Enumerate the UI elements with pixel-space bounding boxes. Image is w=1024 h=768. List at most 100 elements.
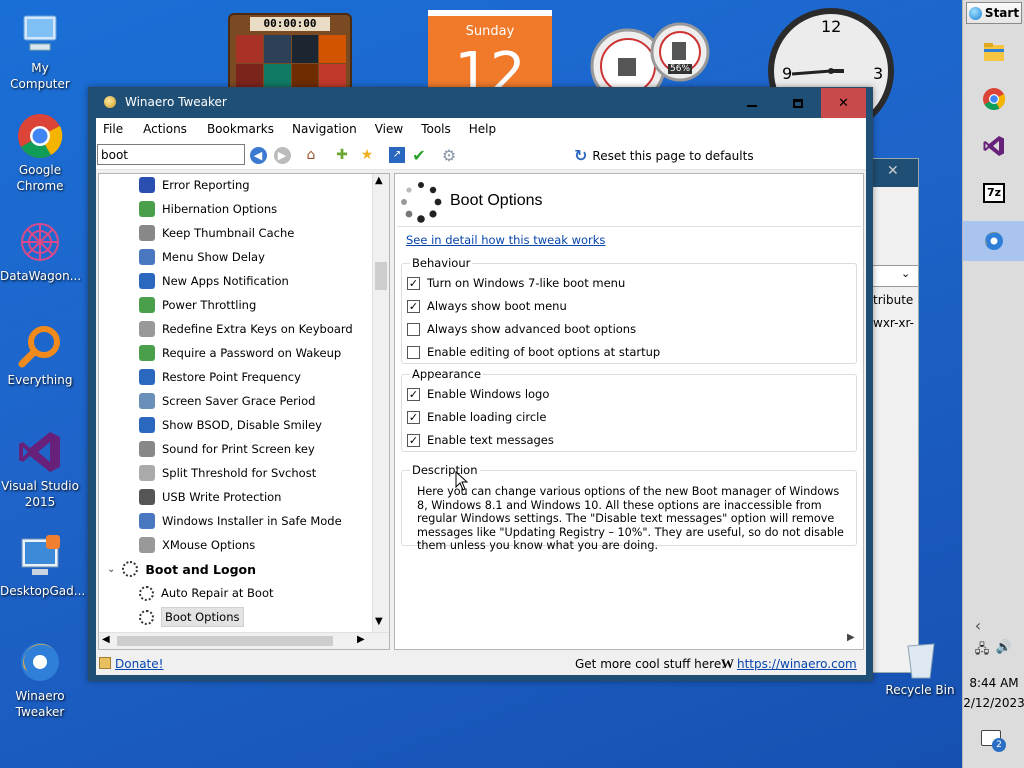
menu-help[interactable]: Help [462,122,503,136]
scroll-down-icon[interactable]: ▼ [375,616,383,627]
puzzle-gadget[interactable]: 00:00:00 [228,13,352,93]
toolbar: ◀ ▶ ⌂ ✚ ★ ↗ ✔ ⚙ ↻ Reset this page to def… [96,140,866,170]
checkbox-unchecked-icon[interactable] [407,345,420,359]
reset-page-button[interactable]: ↻ Reset this page to defaults [574,146,754,165]
tree-item[interactable]: Redefine Extra Keys on Keyboard [139,318,353,340]
checkbox-row[interactable]: ✓ Enable loading circle [407,410,546,424]
scroll-up-icon[interactable]: ▲ [375,175,383,186]
tree-item[interactable]: Show BSOD, Disable Smiley [139,414,322,436]
desktop-icon-datawagon[interactable]: DataWagon... [0,218,81,284]
desktop-icon-recycle-bin[interactable]: Recycle Bin [880,640,960,698]
desktop-icon-google-chrome[interactable]: Google Chrome [0,112,80,194]
donate-link[interactable]: Donate! [115,657,163,671]
tray-volume-icon[interactable]: 🔊 [973,640,1024,655]
tree-vertical-scrollbar[interactable]: ▲ ▼ [372,174,389,632]
checkbox-row[interactable]: Always show advanced boot options [407,322,636,336]
tray-time[interactable]: 8:44 AM [963,676,1024,690]
taskbar-visual-studio[interactable] [963,126,1024,166]
tree-item[interactable]: Menu Show Delay [139,246,265,268]
desktop-icon-winaero-tweaker[interactable]: Winaero Tweaker [0,638,80,720]
shortcut-button[interactable]: ↗ [388,146,406,164]
tree-item[interactable]: Restore Point Frequency [139,366,301,388]
bookmarks-button[interactable]: ★ [358,146,376,164]
taskbar-explorer[interactable] [963,32,1024,72]
tray-date[interactable]: 2/12/2023 [963,696,1024,710]
tweak-tree[interactable]: Error Reporting Hibernation Options Keep T… [98,173,390,650]
menu-bookmarks[interactable]: Bookmarks [200,122,281,136]
add-bookmark-button[interactable]: ✚ [333,146,351,164]
tweak-panel: Boot Options See in detail how this twea… [394,173,864,650]
bg-close-icon[interactable]: ✕ [887,163,899,179]
tree-item[interactable]: Screen Saver Grace Period [139,390,315,412]
home-button[interactable]: ⌂ [302,146,320,164]
checkbox-unchecked-icon[interactable] [407,322,420,336]
chevron-down-icon[interactable]: ⌄ [901,267,910,280]
panel-hscroll-right-icon[interactable]: ▶ [847,632,855,643]
taskbar-winaero-tweaker[interactable] [963,221,1024,261]
checkbox-checked-icon[interactable]: ✓ [407,433,420,447]
scroll-thumb[interactable] [375,262,387,290]
checkbox-checked-icon[interactable]: ✓ [407,387,420,401]
checkbox-checked-icon[interactable]: ✓ [407,410,420,424]
hscroll-thumb[interactable] [117,636,333,646]
tree-item[interactable]: Hibernation Options [139,198,277,220]
tree-item[interactable]: Sound for Print Screen key [139,438,315,460]
notification-icon[interactable]: 2 [963,730,1024,752]
menu-tools[interactable]: Tools [414,122,458,136]
winaero-tweaker-window[interactable]: Winaero Tweaker ✕ File Actions Bookmarks… [88,87,873,681]
description-text: Here you can change various options of t… [417,485,844,552]
forward-button[interactable]: ▶ [273,146,291,164]
checkbox-row[interactable]: ✓ Enable Windows logo [407,387,549,401]
checkbox-checked-icon[interactable]: ✓ [407,299,420,313]
checkbox-row[interactable]: ✓ Enable text messages [407,433,554,447]
calendar-gadget[interactable]: Sunday 12 [428,10,552,102]
tree-item[interactable]: USB Write Protection [139,486,281,508]
taskbar-7zip[interactable]: 7z [963,173,1024,213]
menu-view[interactable]: View [368,122,410,136]
tree-item[interactable]: Keep Thumbnail Cache [139,222,294,244]
desktop-icon-everything[interactable]: Everything [0,322,80,388]
background-window[interactable]: ✕ ⌄ tribute wxr-xr- [866,158,919,673]
desktop-icon-desktopgadgets[interactable]: DesktopGad... [0,533,85,599]
tree-item[interactable]: New Apps Notification [139,270,289,292]
tree-item-auto-repair-at-boot[interactable]: Auto Repair at Boot [139,582,274,604]
apply-button[interactable]: ✔ [410,146,428,165]
menu-file[interactable]: File [96,122,130,136]
checkbox-label: Enable text messages [427,433,554,447]
desktop-icon-my-computer[interactable]: My Computer [0,10,80,92]
tree-horizontal-scrollbar[interactable]: ◀ ▶ [99,632,389,649]
search-input[interactable] [97,144,245,165]
winaero-url-link[interactable]: https://winaero.com [737,657,857,671]
tree-item[interactable]: Split Threshold for Svchost [139,462,316,484]
title-bar[interactable]: Winaero Tweaker ✕ [89,88,872,118]
settings-button[interactable]: ⚙ [440,146,458,165]
start-button[interactable]: Start [966,2,1022,24]
scroll-left-icon[interactable]: ◀ [102,634,110,645]
tree-item[interactable]: Require a Password on Wakeup [139,342,341,364]
maximize-button[interactable] [775,88,821,118]
tree-item[interactable]: XMouse Options [139,534,255,556]
desktop-icon-visual-studio[interactable]: Visual Studio 2015 [0,428,80,510]
cpu-meter-gadget[interactable]: 56% [588,20,712,104]
checkbox-checked-icon[interactable]: ✓ [407,276,420,290]
tree-item[interactable]: Power Throttling [139,294,256,316]
home-icon: ⌂ [306,147,316,163]
tree-item-boot-options[interactable]: Boot Options [139,606,244,628]
close-button[interactable]: ✕ [821,88,866,118]
tree-item[interactable]: Error Reporting [139,174,250,196]
tray-show-hidden[interactable]: ‹ [947,616,1009,635]
calendar-day: Sunday [465,24,515,39]
checkbox-row[interactable]: ✓ Turn on Windows 7-like boot menu [407,276,625,290]
back-button[interactable]: ◀ [249,146,267,164]
taskbar-chrome[interactable] [963,79,1024,119]
computer-icon [16,10,64,58]
checkbox-row[interactable]: Enable editing of boot options at startu… [407,345,660,359]
checkbox-row[interactable]: ✓ Always show boot menu [407,299,567,313]
minimize-button[interactable] [729,88,775,118]
menu-actions[interactable]: Actions [136,122,194,136]
menu-navigation[interactable]: Navigation [285,122,364,136]
tweak-details-link[interactable]: See in detail how this tweak works [406,233,605,247]
tree-category-boot-and-logon[interactable]: ⌄ Boot and Logon [107,558,256,580]
scroll-right-icon[interactable]: ▶ [357,634,365,645]
tree-item[interactable]: Windows Installer in Safe Mode [139,510,342,532]
